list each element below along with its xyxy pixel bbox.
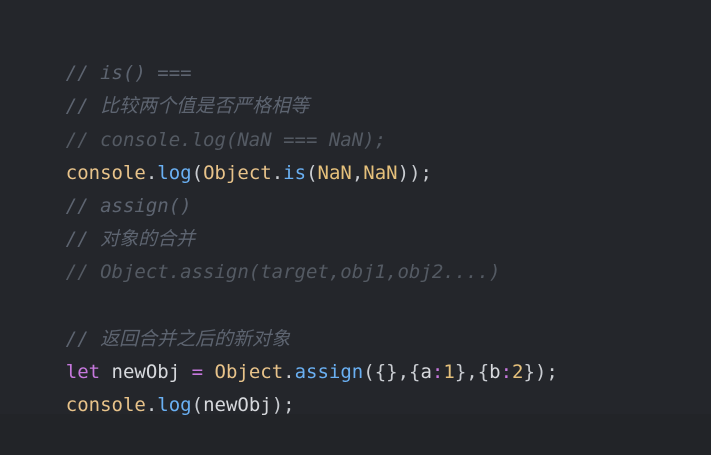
token-newobj: newObj — [100, 360, 192, 383]
token-object: Object — [214, 360, 284, 383]
token-console: console — [65, 161, 146, 184]
token-key-a: a — [420, 360, 432, 383]
token-equals: = — [191, 360, 204, 383]
token-braces: },{ — [454, 360, 490, 383]
token-paren-open: ( — [306, 161, 318, 184]
token-value-1: 1 — [443, 360, 455, 383]
token-dot: . — [145, 161, 158, 184]
comment-object-merge: // 对象的合并 — [65, 228, 196, 251]
token-log: log — [157, 394, 192, 417]
token-console: console — [65, 394, 146, 417]
token-dot: . — [271, 161, 284, 184]
code-line-1: // is() === — [20, 24, 691, 84]
token-close: }); — [523, 360, 558, 383]
token-comma: , — [351, 161, 364, 184]
comment-strict-equal: // 比较两个值是否严格相等 — [65, 95, 310, 118]
code-line-9: // 返回合并之后的新对象 — [20, 290, 691, 350]
token-assign: assign — [294, 360, 364, 383]
token-braces: ({},{ — [363, 360, 421, 383]
token-value-2: 2 — [512, 360, 524, 383]
token-dot: . — [283, 360, 295, 383]
token-log: log — [157, 161, 192, 184]
token-close: ); — [271, 394, 295, 417]
comment-console-log-nan: // console.log(NaN === NaN); — [65, 128, 387, 151]
token-nan: NaN — [317, 161, 352, 184]
token-colon: : — [431, 360, 444, 383]
token-nan: NaN — [363, 161, 398, 184]
token-object: Object — [203, 161, 272, 184]
comment-object-assign-signature: // Object.assign(target,obj1,obj2....) — [65, 261, 501, 284]
token-is: is — [283, 161, 307, 184]
token-colon: : — [500, 360, 513, 383]
token-paren-open: ( — [191, 161, 204, 184]
comment-is: // is() === — [65, 62, 192, 85]
token-paren-open: ( — [191, 394, 204, 417]
comment-return-new-object: // 返回合并之后的新对象 — [65, 327, 291, 350]
token-newobj: newObj — [203, 394, 272, 417]
token-dot: . — [145, 394, 158, 417]
code-editor[interactable]: // is() === // 比较两个值是否严格相等 // console.lo… — [0, 0, 711, 417]
token-let: let — [65, 360, 101, 383]
token-close: )); — [397, 161, 432, 184]
token-key-b: b — [489, 360, 501, 383]
comment-assign: // assign() — [65, 194, 192, 217]
